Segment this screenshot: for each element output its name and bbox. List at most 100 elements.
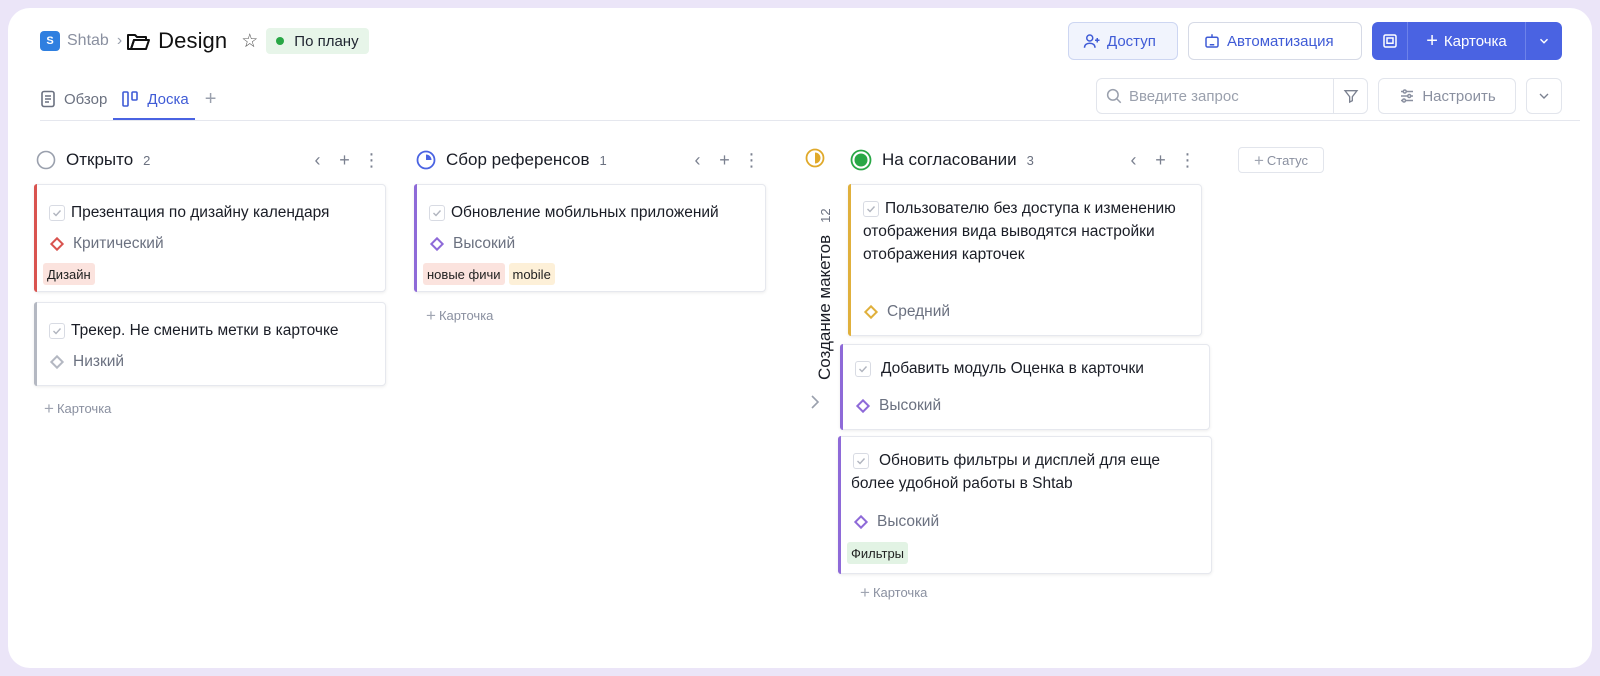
- status-in-progress-icon: [416, 150, 436, 170]
- project-status-label: По плану: [294, 32, 359, 50]
- star-icon[interactable]: ☆: [241, 32, 258, 51]
- priority: Низкий: [49, 353, 124, 371]
- collapse-column-icon[interactable]: ‹: [684, 150, 711, 171]
- more-vertical-icon[interactable]: ⋮: [358, 150, 385, 171]
- tag-list: Дизайн: [43, 263, 99, 285]
- access-button[interactable]: Доступ: [1068, 22, 1178, 60]
- add-status-label: Статус: [1266, 152, 1309, 168]
- add-view-icon[interactable]: +: [205, 88, 217, 111]
- chevron-right-icon[interactable]: [808, 394, 822, 410]
- card[interactable]: Трекер. Не сменить метки в карточке Низк…: [34, 302, 386, 386]
- search-input[interactable]: [1129, 87, 1329, 105]
- add-card-label: Карточка: [872, 585, 928, 600]
- new-card-button[interactable]: + Карточка: [1408, 22, 1526, 60]
- card[interactable]: Добавить модуль Оценка в карточки Высоки…: [840, 344, 1210, 430]
- priority-label: Критический: [73, 235, 164, 252]
- automation-button[interactable]: Автоматизация: [1188, 22, 1362, 60]
- column-header-review: На согласовании 3: [850, 146, 1034, 174]
- card[interactable]: Презентация по дизайну календаря Критиче…: [34, 184, 386, 292]
- add-card-button[interactable]: + Карточка: [426, 307, 493, 324]
- save-template-button[interactable]: [1372, 22, 1408, 60]
- tab-overview-label: Обзор: [64, 90, 108, 108]
- card-title: Презентация по дизайну календаря: [71, 204, 330, 221]
- column-actions: ‹ + ⋮: [684, 146, 765, 174]
- collapse-column-icon[interactable]: ‹: [1120, 150, 1147, 171]
- priority-label: Высокий: [877, 513, 940, 530]
- sliders-icon: [1401, 89, 1414, 103]
- search-icon: [1106, 88, 1122, 104]
- column-header-refs: Сбор референсов 1: [416, 146, 607, 174]
- save-icon: [1382, 34, 1397, 48]
- tag-list: новые фичи mobile: [423, 263, 559, 285]
- column-count: 2: [143, 152, 151, 168]
- add-user-icon: [1083, 34, 1100, 48]
- add-card-button[interactable]: + Карточка: [860, 584, 927, 601]
- collapse-column-icon[interactable]: ‹: [304, 150, 331, 171]
- priority-critical-icon: [49, 236, 65, 252]
- priority-low-icon: [49, 354, 65, 370]
- priority-label: Высокий: [879, 397, 942, 414]
- more-vertical-icon[interactable]: ⋮: [738, 150, 765, 171]
- project-status-badge[interactable]: По плану: [266, 28, 369, 54]
- add-card-icon[interactable]: +: [1147, 150, 1174, 171]
- app-window: S Shtab › Design ☆ По плану Доступ Автом…: [8, 8, 1592, 668]
- tag[interactable]: mobile: [508, 263, 555, 285]
- tag[interactable]: Фильтры: [847, 542, 909, 564]
- tag[interactable]: новые фичи: [423, 263, 505, 285]
- add-card-button[interactable]: + Карточка: [44, 400, 111, 417]
- card[interactable]: Пользователю без доступа к изменению ото…: [848, 184, 1202, 336]
- column-count: 12: [817, 208, 833, 223]
- folder-open-icon: [127, 34, 151, 50]
- tab-board-label: Доска: [147, 90, 189, 108]
- checkbox-icon[interactable]: [49, 323, 65, 339]
- status-half-icon: [805, 148, 825, 168]
- access-button-label: Доступ: [1107, 32, 1156, 50]
- workspace-link[interactable]: Shtab: [67, 32, 109, 50]
- add-card-icon[interactable]: +: [331, 150, 358, 171]
- new-card-dropdown-button[interactable]: [1526, 22, 1562, 60]
- column-name: Открыто: [66, 150, 134, 169]
- chevron-down-icon: [1539, 93, 1549, 99]
- configure-button[interactable]: Настроить: [1378, 78, 1516, 114]
- card-title: Трекер. Не сменить метки в карточке: [71, 322, 339, 339]
- column-header-open: Открыто 2: [36, 146, 150, 174]
- priority-high-icon: [853, 514, 869, 530]
- column-count: 3: [1026, 152, 1034, 168]
- card[interactable]: Обновление мобильных приложений Высокий …: [414, 184, 766, 292]
- checkbox-icon[interactable]: [49, 205, 65, 221]
- priority-label: Низкий: [73, 353, 125, 370]
- add-card-icon[interactable]: +: [711, 150, 738, 171]
- more-vertical-icon[interactable]: ⋮: [1174, 150, 1201, 171]
- checkbox-icon[interactable]: [429, 205, 445, 221]
- checkbox-icon[interactable]: [855, 361, 871, 377]
- breadcrumb: S Shtab › Design ☆ По плану: [40, 26, 369, 56]
- column-count: 1: [599, 152, 607, 168]
- column-actions: ‹ + ⋮: [1120, 146, 1201, 174]
- new-card-button-group: + Карточка: [1372, 22, 1562, 60]
- document-icon: [41, 90, 55, 108]
- card[interactable]: Обновить фильтры и дисплей для еще более…: [838, 436, 1212, 574]
- priority: Высокий: [429, 235, 515, 253]
- more-options-button[interactable]: [1526, 78, 1562, 114]
- chevron-right-icon: ›: [116, 32, 123, 49]
- add-status-button[interactable]: + Статус: [1238, 147, 1324, 173]
- tab-overview[interactable]: Обзор: [40, 78, 107, 120]
- plus-icon: +: [426, 306, 436, 325]
- automation-button-label: Автоматизация: [1227, 32, 1334, 50]
- configure-button-label: Настроить: [1422, 87, 1496, 105]
- tag[interactable]: Дизайн: [43, 263, 95, 285]
- chevron-down-icon: [1539, 38, 1549, 44]
- workspace-logo-icon[interactable]: S: [40, 31, 60, 51]
- collapsed-column-label: Создание макетов 12: [815, 208, 835, 380]
- status-dot-icon: [276, 37, 285, 45]
- page-title: Design: [158, 28, 228, 53]
- status-approval-icon: [850, 149, 872, 171]
- filter-button[interactable]: [1333, 79, 1367, 113]
- tabs-divider: [40, 120, 1580, 121]
- collapsed-column-mockups[interactable]: Создание макетов 12: [800, 148, 834, 428]
- card-title: Обновить фильтры и дисплей для еще более…: [851, 452, 1161, 492]
- priority-high-icon: [429, 236, 445, 252]
- column-actions: ‹ + ⋮: [304, 146, 385, 174]
- tab-board[interactable]: Доска: [113, 78, 196, 120]
- priority: Критический: [49, 235, 164, 253]
